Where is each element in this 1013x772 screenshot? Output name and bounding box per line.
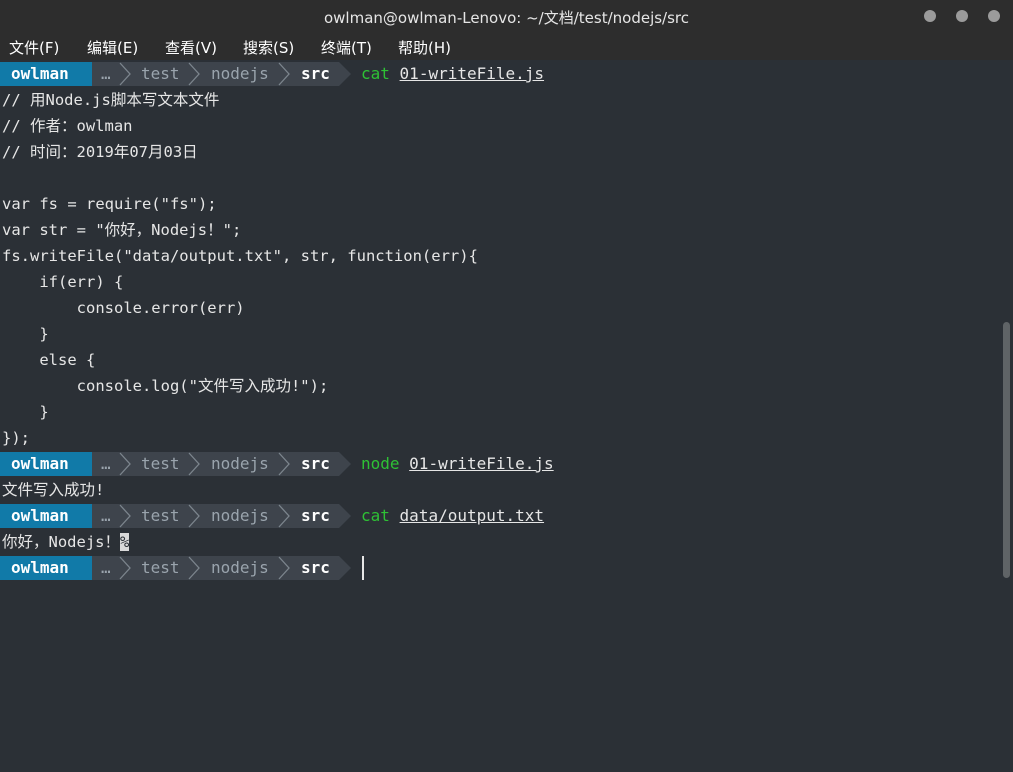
path-ellipsis: … <box>101 506 111 525</box>
prompt-path: … test nodejs src <box>92 452 337 476</box>
output-line: console.log("文件写入成功!"); <box>2 377 329 395</box>
command-text: cat 01-writeFile.js <box>361 64 545 83</box>
output-line: if(err) { <box>2 273 124 291</box>
scrollbar[interactable] <box>1000 60 1013 582</box>
output-line: // 作者：owlman <box>2 117 133 135</box>
path-dir-src: src <box>301 454 330 473</box>
chevron-right-icon <box>188 62 200 86</box>
menu-view[interactable]: 查看(V) <box>165 37 217 58</box>
menu-terminal[interactable]: 终端(T) <box>321 37 372 58</box>
output-line: fs.writeFile("data/output.txt", str, fun… <box>2 247 478 265</box>
path-dir-nodejs: nodejs <box>211 558 269 577</box>
output-line: // 时间：2019年07月03日 <box>2 143 198 161</box>
menu-search[interactable]: 搜索(S) <box>243 37 294 58</box>
prompt-line: owlman … test nodejs src cat data/output… <box>0 504 1000 528</box>
prompt-line-active: owlman … test nodejs src <box>0 556 1000 580</box>
chevron-right-icon <box>119 62 131 86</box>
window-title: owlman@owlman-Lenovo: ~/文档/test/nodejs/s… <box>323 9 690 27</box>
output-line: else { <box>2 351 96 369</box>
output-line: // 用Node.js脚本写文本文件 <box>2 91 220 109</box>
menu-help[interactable]: 帮助(H) <box>398 37 451 58</box>
chevron-right-icon <box>119 556 131 580</box>
chevron-right-icon <box>278 452 290 476</box>
output-line: } <box>2 403 49 421</box>
chevron-right-icon <box>188 452 200 476</box>
menu-bar: 文件(F) 编辑(E) 查看(V) 搜索(S) 终端(T) 帮助(H) <box>0 33 1013 60</box>
chevron-right-icon <box>278 504 290 528</box>
path-dir-nodejs: nodejs <box>211 64 269 83</box>
chevron-right-icon <box>188 504 200 528</box>
chevron-right-icon <box>119 452 131 476</box>
powerline-separator-icon <box>337 62 351 86</box>
path-dir-src: src <box>301 506 330 525</box>
output-line: }); <box>2 429 30 447</box>
prompt-user: owlman <box>0 452 92 476</box>
maximize-button[interactable] <box>956 10 968 22</box>
chevron-right-icon <box>188 556 200 580</box>
path-ellipsis: … <box>101 64 111 83</box>
path-ellipsis: … <box>101 558 111 577</box>
prompt-line: owlman … test nodejs src cat 01-writeFil… <box>0 62 1000 86</box>
prompt-path: … test nodejs src <box>92 62 337 86</box>
no-newline-mark: % <box>120 533 130 551</box>
output-line: } <box>2 325 49 343</box>
prompt-user: owlman <box>0 62 92 86</box>
path-ellipsis: … <box>101 454 111 473</box>
path-dir-nodejs: nodejs <box>211 454 269 473</box>
powerline-separator-icon <box>337 504 351 528</box>
output-line: console.error(err) <box>2 299 245 317</box>
output-line: var fs = require("fs"); <box>2 195 217 213</box>
command-text: node 01-writeFile.js <box>361 454 554 473</box>
scrollbar-thumb[interactable] <box>1003 322 1010 578</box>
output-line: 你好，Nodejs！% <box>2 529 130 555</box>
path-dir-test: test <box>141 454 180 473</box>
path-dir-test: test <box>141 558 180 577</box>
output-line: var str = "你好，Nodejs！"; <box>2 221 242 239</box>
path-dir-src: src <box>301 558 330 577</box>
menu-edit[interactable]: 编辑(E) <box>87 37 138 58</box>
path-dir-test: test <box>141 64 180 83</box>
output-line: 文件写入成功! <box>2 481 105 499</box>
prompt-user: owlman <box>0 504 92 528</box>
prompt-path: … test nodejs src <box>92 556 337 580</box>
path-dir-src: src <box>301 64 330 83</box>
path-dir-test: test <box>141 506 180 525</box>
chevron-right-icon <box>278 556 290 580</box>
prompt-path: … test nodejs src <box>92 504 337 528</box>
text-cursor <box>362 556 364 580</box>
powerline-separator-icon <box>337 556 351 580</box>
prompt-user: owlman <box>0 556 92 580</box>
terminal-area[interactable]: owlman … test nodejs src cat 01-writeFil… <box>0 60 1000 582</box>
minimize-button[interactable] <box>924 10 936 22</box>
cat-output: 你好，Nodejs！ <box>2 533 120 551</box>
command-text: cat data/output.txt <box>361 506 545 525</box>
path-dir-nodejs: nodejs <box>211 506 269 525</box>
title-bar: owlman@owlman-Lenovo: ~/文档/test/nodejs/s… <box>0 0 1013 33</box>
menu-file[interactable]: 文件(F) <box>9 37 59 58</box>
chevron-right-icon <box>119 504 131 528</box>
close-button[interactable] <box>988 10 1000 22</box>
powerline-separator-icon <box>337 452 351 476</box>
prompt-line: owlman … test nodejs src node 01-writeFi… <box>0 452 1000 476</box>
chevron-right-icon <box>278 62 290 86</box>
